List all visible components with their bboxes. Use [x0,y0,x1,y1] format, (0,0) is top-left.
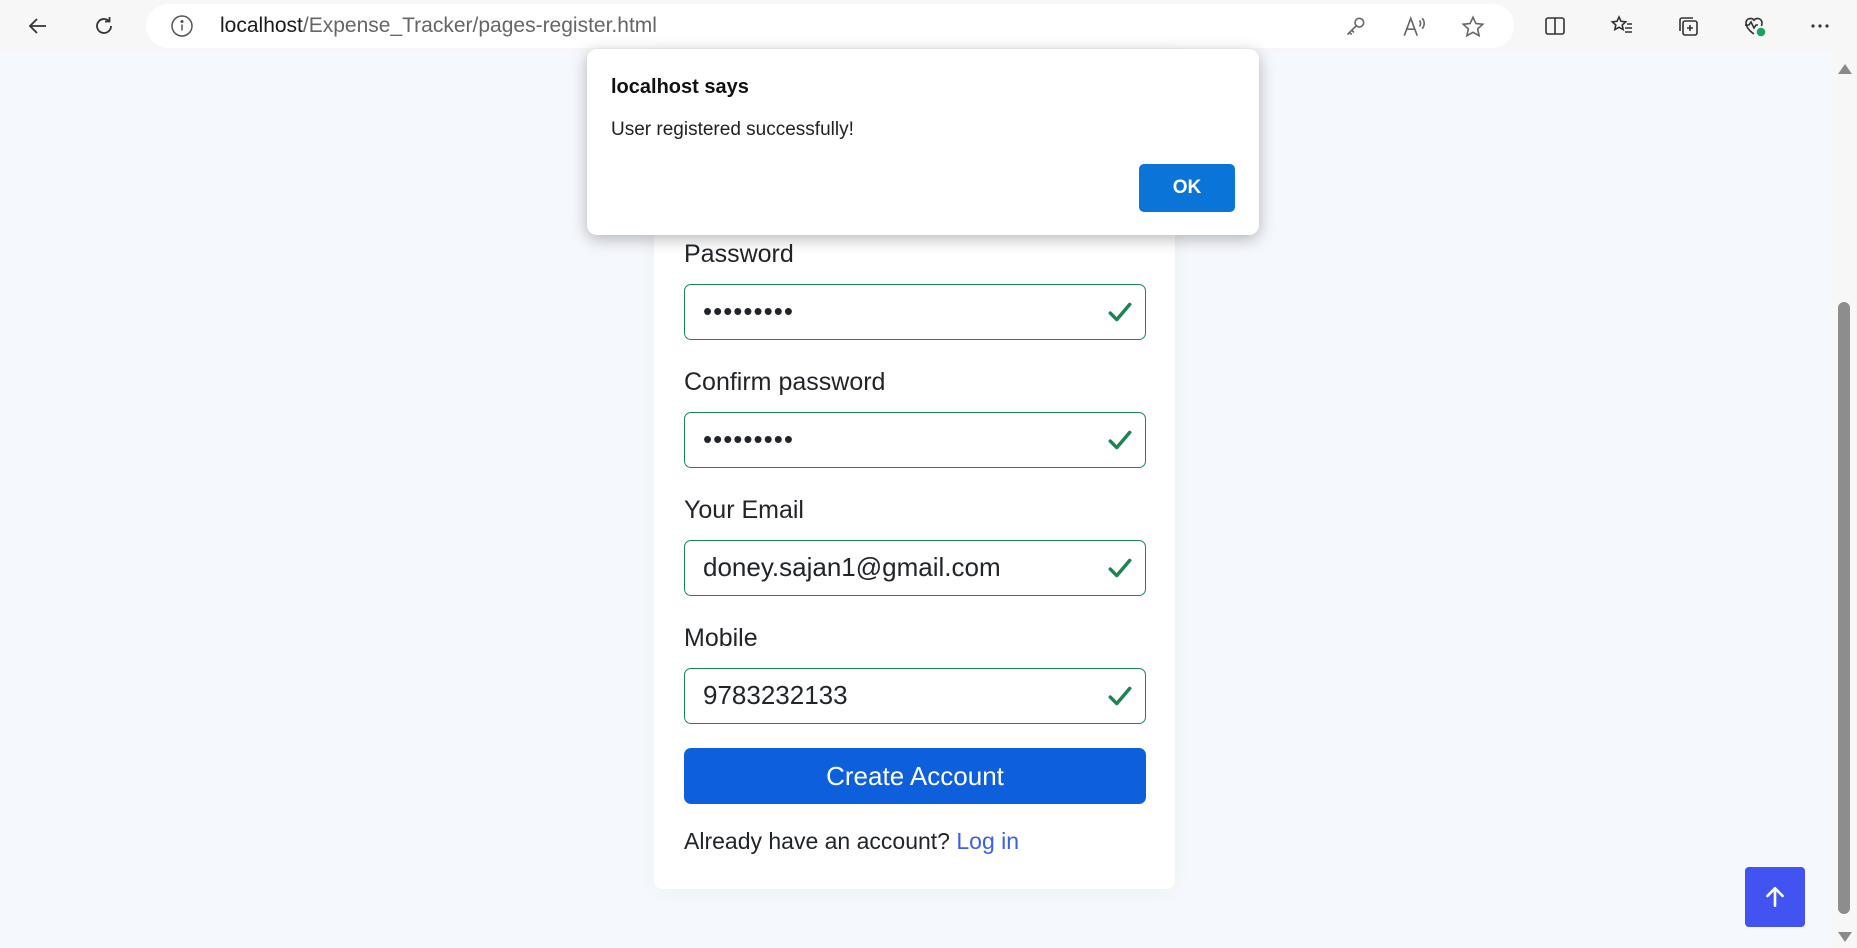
email-value: doney.sajan1@gmail.com [703,552,1001,582]
scroll-thumb[interactable] [1838,302,1850,914]
browser-essentials-icon[interactable] [1734,7,1774,45]
login-link[interactable]: Log in [956,828,1019,854]
url-text[interactable]: localhost/Expense_Tracker/pages-register… [220,4,657,48]
key-icon[interactable] [1342,14,1368,40]
password-value: ••••••••• [703,296,794,326]
create-account-button[interactable]: Create Account [684,748,1146,804]
collections-icon[interactable] [1668,7,1708,45]
scroll-down-arrow-icon[interactable] [1838,932,1852,942]
valid-check-icon [1108,430,1132,450]
dialog-message: User registered successfully! [611,119,854,140]
email-label: Your Email [684,496,804,524]
back-to-top-button[interactable] [1745,867,1805,927]
mobile-field[interactable]: 9783232133 [684,668,1146,724]
email-field[interactable]: doney.sajan1@gmail.com [684,540,1146,596]
read-aloud-icon[interactable] [1401,14,1427,40]
refresh-icon[interactable] [84,7,124,45]
confirm-password-value: ••••••••• [703,424,794,454]
star-icon[interactable] [1460,14,1486,40]
dialog-ok-button[interactable]: OK [1139,164,1235,212]
valid-check-icon [1108,558,1132,578]
mobile-value: 9783232133 [703,680,848,710]
arrow-up-icon [1766,887,1784,907]
url-host: localhost [220,14,303,37]
scroll-up-arrow-icon[interactable] [1838,64,1852,74]
login-prompt-text: Already have an account? [684,828,950,854]
confirm-password-label: Confirm password [684,368,886,396]
confirm-password-field[interactable]: ••••••••• [684,412,1146,468]
dialog-title: localhost says [611,76,749,98]
browser-toolbar: localhost/Expense_Tracker/pages-register… [0,0,1857,52]
url-path: /Expense_Tracker/pages-register.html [302,14,657,37]
address-bar[interactable]: localhost/Expense_Tracker/pages-register… [146,4,1514,48]
password-field[interactable]: ••••••••• [684,284,1146,340]
more-icon[interactable] [1800,7,1840,45]
valid-check-icon [1108,686,1132,706]
back-arrow-icon[interactable] [18,7,58,45]
valid-check-icon [1108,302,1132,322]
page-scrollbar[interactable] [1832,52,1857,948]
mobile-label: Mobile [684,624,758,652]
alert-dialog: localhost says User registered successfu… [587,49,1259,235]
login-prompt: Already have an account? Log in [684,828,1019,855]
password-label: Password [684,240,794,268]
split-screen-icon[interactable] [1535,7,1575,45]
favorites-icon[interactable] [1602,7,1642,45]
info-icon[interactable] [170,14,194,38]
